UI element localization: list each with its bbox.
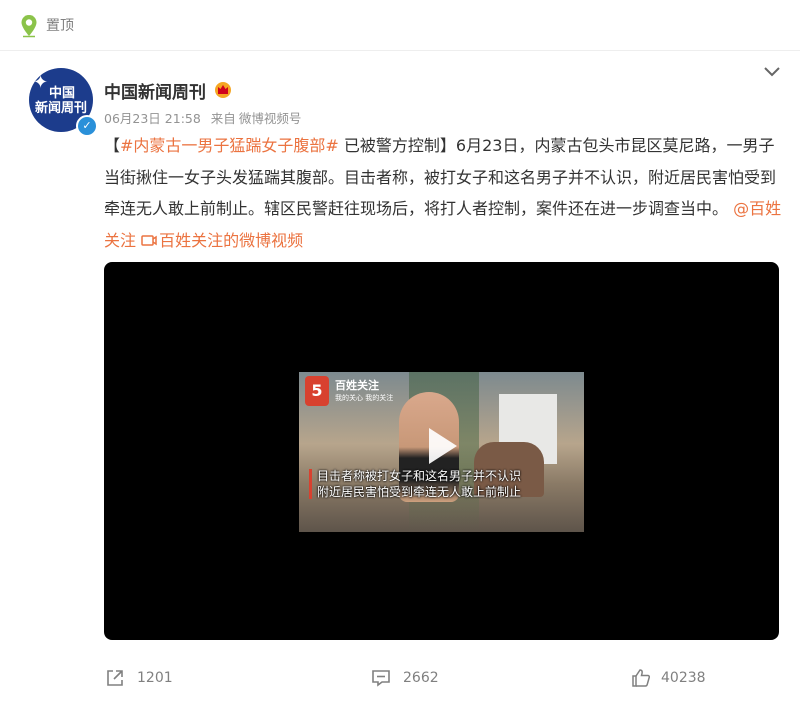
- comment-icon: [372, 670, 390, 687]
- video-caption: 目击者称被打女子和这名男子并不认识 附近居民害怕受到牵连无人敢上前制止: [317, 469, 522, 499]
- comment-button[interactable]: 2662: [371, 668, 439, 688]
- post-meta: 06月23日 21:58 来自 微博视频号: [104, 108, 307, 127]
- verified-badge-icon: ✓: [76, 115, 98, 137]
- pinned-bar: 置顶: [0, 0, 800, 51]
- like-button[interactable]: 40238: [631, 668, 706, 688]
- crown-icon[interactable]: [213, 79, 233, 99]
- share-count: 1201: [137, 670, 173, 686]
- video-link[interactable]: 百姓关注的微博视频: [141, 231, 303, 250]
- video-player[interactable]: 5 百姓关注 我的关心 我的关注 目击者称被打女子和这名男子并不认识 附近居民害…: [104, 262, 779, 640]
- author-name[interactable]: 中国新闻周刊: [104, 78, 206, 103]
- post-timestamp[interactable]: 06月23日 21:58: [104, 111, 201, 126]
- chevron-down-icon[interactable]: [762, 62, 782, 82]
- video-thumbnail[interactable]: 5 百姓关注 我的关心 我的关注 目击者称被打女子和这名男子并不认识 附近居民害…: [299, 372, 584, 532]
- comment-count: 2662: [403, 670, 439, 686]
- source-prefix: 来自: [210, 111, 236, 126]
- play-icon[interactable]: [419, 424, 463, 468]
- video-link-icon: [141, 234, 157, 246]
- like-count: 40238: [661, 670, 706, 686]
- video-link-label: 百姓关注的微博视频: [159, 230, 304, 250]
- share-icon: [107, 670, 123, 686]
- caption-bar: [309, 469, 312, 499]
- location-pin-icon: [21, 15, 37, 38]
- post-source[interactable]: 微博视频号: [239, 111, 302, 126]
- hashtag-link[interactable]: #内蒙古一男子猛踹女子腹部#: [120, 136, 339, 155]
- channel-logo-icon: 5: [305, 376, 329, 406]
- share-button[interactable]: 1201: [105, 668, 173, 688]
- bracket-open: 【: [104, 136, 121, 155]
- channel-logo-sub: 我的关心 我的关注: [335, 394, 394, 402]
- weibo-post-page: 置顶 ✦ 中国 新闻周刊 ✓ 中国新闻周刊 06月23日 21:58 来自 微博视…: [0, 0, 800, 707]
- channel-logo-title: 百姓关注: [335, 379, 379, 392]
- thumbs-up-icon: [632, 669, 651, 687]
- pinned-label: 置顶: [46, 18, 74, 34]
- post-text: 【#内蒙古一男子猛踹女子腹部# 已被警方控制】6月23日，内蒙古包头市昆区莫尼路…: [104, 130, 784, 256]
- avatar-logo-text: 中国 新闻周刊: [35, 86, 88, 116]
